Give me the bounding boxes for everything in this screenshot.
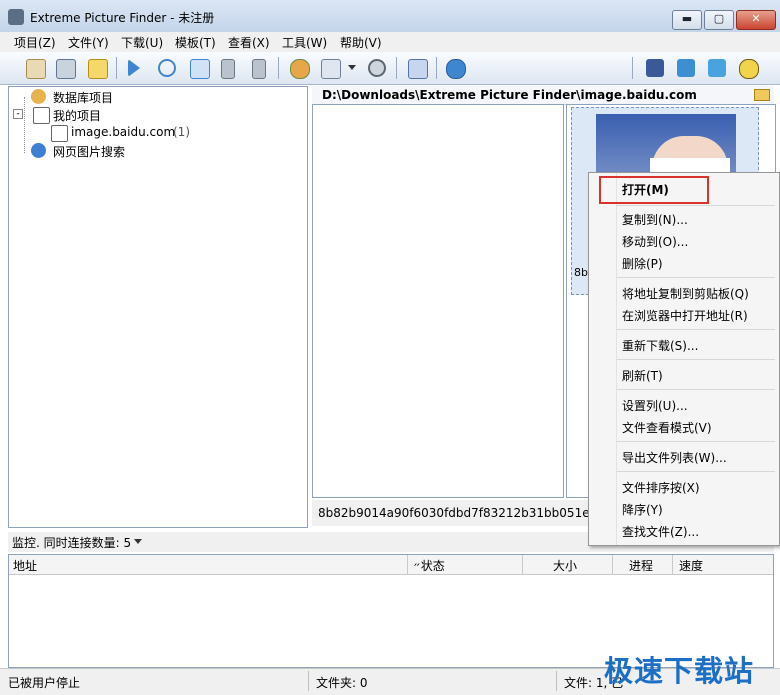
menu-item-copy-to[interactable]: 复制到(N)... (622, 211, 688, 228)
minimize-icon: ▬ (681, 12, 693, 25)
context-menu: 打开(M) 复制到(N)... 移动到(O)... 删除(P) 将地址复制到剪贴… (588, 172, 780, 546)
menu-file[interactable]: 文件(Y) (68, 34, 109, 51)
tree-item-label: 网页图片搜索 (53, 145, 126, 159)
settings-icon[interactable] (368, 59, 386, 77)
project-tree: 数据库项目 - 我的项目 image.baidu.com (1) 网页图片搜索 (8, 86, 308, 528)
tree-line (24, 97, 26, 153)
toolbar-separator (436, 57, 437, 79)
menu-view[interactable]: 查看(X) (228, 34, 270, 51)
status-divider (308, 671, 309, 691)
stop-icon[interactable] (221, 59, 235, 79)
edit-project-icon[interactable] (56, 59, 76, 79)
column-speed[interactable]: 速度 (679, 557, 703, 574)
file-list[interactable] (312, 104, 564, 498)
menu-separator (617, 205, 775, 206)
toolbar-separator (632, 57, 633, 79)
window-title: Extreme Picture Finder - 未注册 (30, 11, 215, 25)
menu-bar: 项目(Z) 文件(Y) 下载(U) 模板(T) 查看(X) 工具(W) 帮助(V… (0, 32, 780, 52)
app-icon (8, 9, 24, 25)
menu-item-set-columns[interactable]: 设置列(U)... (622, 397, 688, 414)
menu-separator (617, 389, 775, 390)
maximize-button[interactable]: ▢ (704, 10, 734, 30)
current-path: D:\Downloads\Extreme Picture Finder\imag… (322, 88, 697, 102)
title-bar: Extreme Picture Finder - 未注册 ▬ ▢ ✕ (0, 0, 780, 32)
menu-item-descending[interactable]: 降序(Y) (622, 501, 663, 518)
play-icon[interactable] (128, 59, 140, 77)
tree-item-label: image.baidu.com (71, 125, 176, 139)
menu-separator (617, 359, 775, 360)
menu-item-export-list[interactable]: 导出文件列表(W)... (622, 449, 727, 466)
search-icon (31, 143, 46, 158)
menu-item-move-to[interactable]: 移动到(O)... (622, 233, 688, 250)
community-icon[interactable] (739, 59, 759, 79)
database-icon (31, 89, 46, 104)
menu-separator (617, 441, 775, 442)
note-icon[interactable] (88, 59, 108, 79)
column-status[interactable]: ״状态 (413, 557, 445, 574)
twitter-icon[interactable] (708, 59, 726, 77)
column-divider[interactable] (612, 555, 613, 574)
collapse-icon[interactable]: - (13, 109, 23, 119)
menu-item-redownload[interactable]: 重新下载(S)... (622, 337, 698, 354)
toolbar-separator (396, 57, 397, 79)
menu-item-view-mode[interactable]: 文件查看模式(V) (622, 419, 712, 436)
menu-item-open-in-browser[interactable]: 在浏览器中打开地址(R) (622, 307, 748, 324)
menu-item-delete[interactable]: 删除(P) (622, 255, 663, 272)
step-icon[interactable] (190, 59, 210, 79)
status-text: 已被用户停止 (8, 676, 81, 690)
menu-item-find-file[interactable]: 查找文件(Z)... (622, 523, 699, 540)
menu-tools[interactable]: 工具(W) (282, 34, 327, 51)
menu-download[interactable]: 下载(U) (121, 34, 163, 51)
menu-separator (617, 471, 775, 472)
menu-template[interactable]: 模板(T) (175, 34, 216, 51)
menu-separator (617, 329, 775, 330)
menu-item-sort-by[interactable]: 文件排序按(X) (622, 479, 700, 496)
status-folders: 文件夹: 0 (316, 676, 368, 690)
chevron-down-icon[interactable] (348, 65, 356, 70)
column-divider[interactable] (672, 555, 673, 574)
menu-help[interactable]: 帮助(V) (340, 34, 382, 51)
google-icon[interactable] (677, 59, 695, 77)
close-button[interactable]: ✕ (736, 10, 776, 30)
menu-project[interactable]: 项目(Z) (14, 34, 56, 51)
view-mode-icon[interactable] (321, 59, 341, 79)
column-divider[interactable] (522, 555, 523, 574)
facebook-icon[interactable] (646, 59, 664, 77)
folder-icon[interactable] (754, 89, 770, 101)
tree-item-count: (1) (173, 125, 190, 139)
image-tool-icon[interactable] (408, 59, 428, 79)
new-project-icon[interactable] (26, 59, 46, 79)
toolbar-separator (278, 57, 279, 79)
tree-item-label: 我的项目 (53, 109, 102, 123)
queue-icon[interactable] (252, 59, 266, 79)
maximize-icon: ▢ (713, 12, 725, 25)
menu-item-refresh[interactable]: 刷新(T) (622, 367, 663, 384)
status-divider (556, 671, 557, 691)
column-address[interactable]: 地址 (13, 557, 37, 574)
column-size[interactable]: 大小 (553, 557, 577, 574)
project-file-icon (51, 125, 68, 142)
menu-item-open[interactable]: 打开(M) (622, 181, 669, 198)
menu-separator (617, 277, 775, 278)
tree-item-label: 数据库项目 (53, 91, 114, 105)
refresh-icon[interactable] (158, 59, 176, 77)
column-progress[interactable]: 进程 (629, 557, 653, 574)
globe-icon[interactable] (290, 59, 310, 79)
toolbar (0, 52, 780, 85)
chevron-down-icon[interactable] (134, 539, 142, 544)
column-divider[interactable] (407, 555, 408, 574)
folder-icon (33, 107, 50, 124)
table-header: 地址 ״状态 大小 进程 速度 (9, 555, 773, 575)
minimize-button[interactable]: ▬ (672, 10, 702, 30)
path-bar: D:\Downloads\Extreme Picture Finder\imag… (312, 86, 774, 105)
toolbar-separator (116, 57, 117, 79)
close-icon: ✕ (751, 12, 761, 25)
help-icon[interactable] (446, 59, 466, 79)
watermark-logo: 极速下载站 (604, 654, 755, 688)
monitor-label: 监控. 同时连接数量: 5 (12, 536, 132, 550)
menu-item-copy-address[interactable]: 将地址复制到剪贴板(Q) (622, 285, 749, 302)
